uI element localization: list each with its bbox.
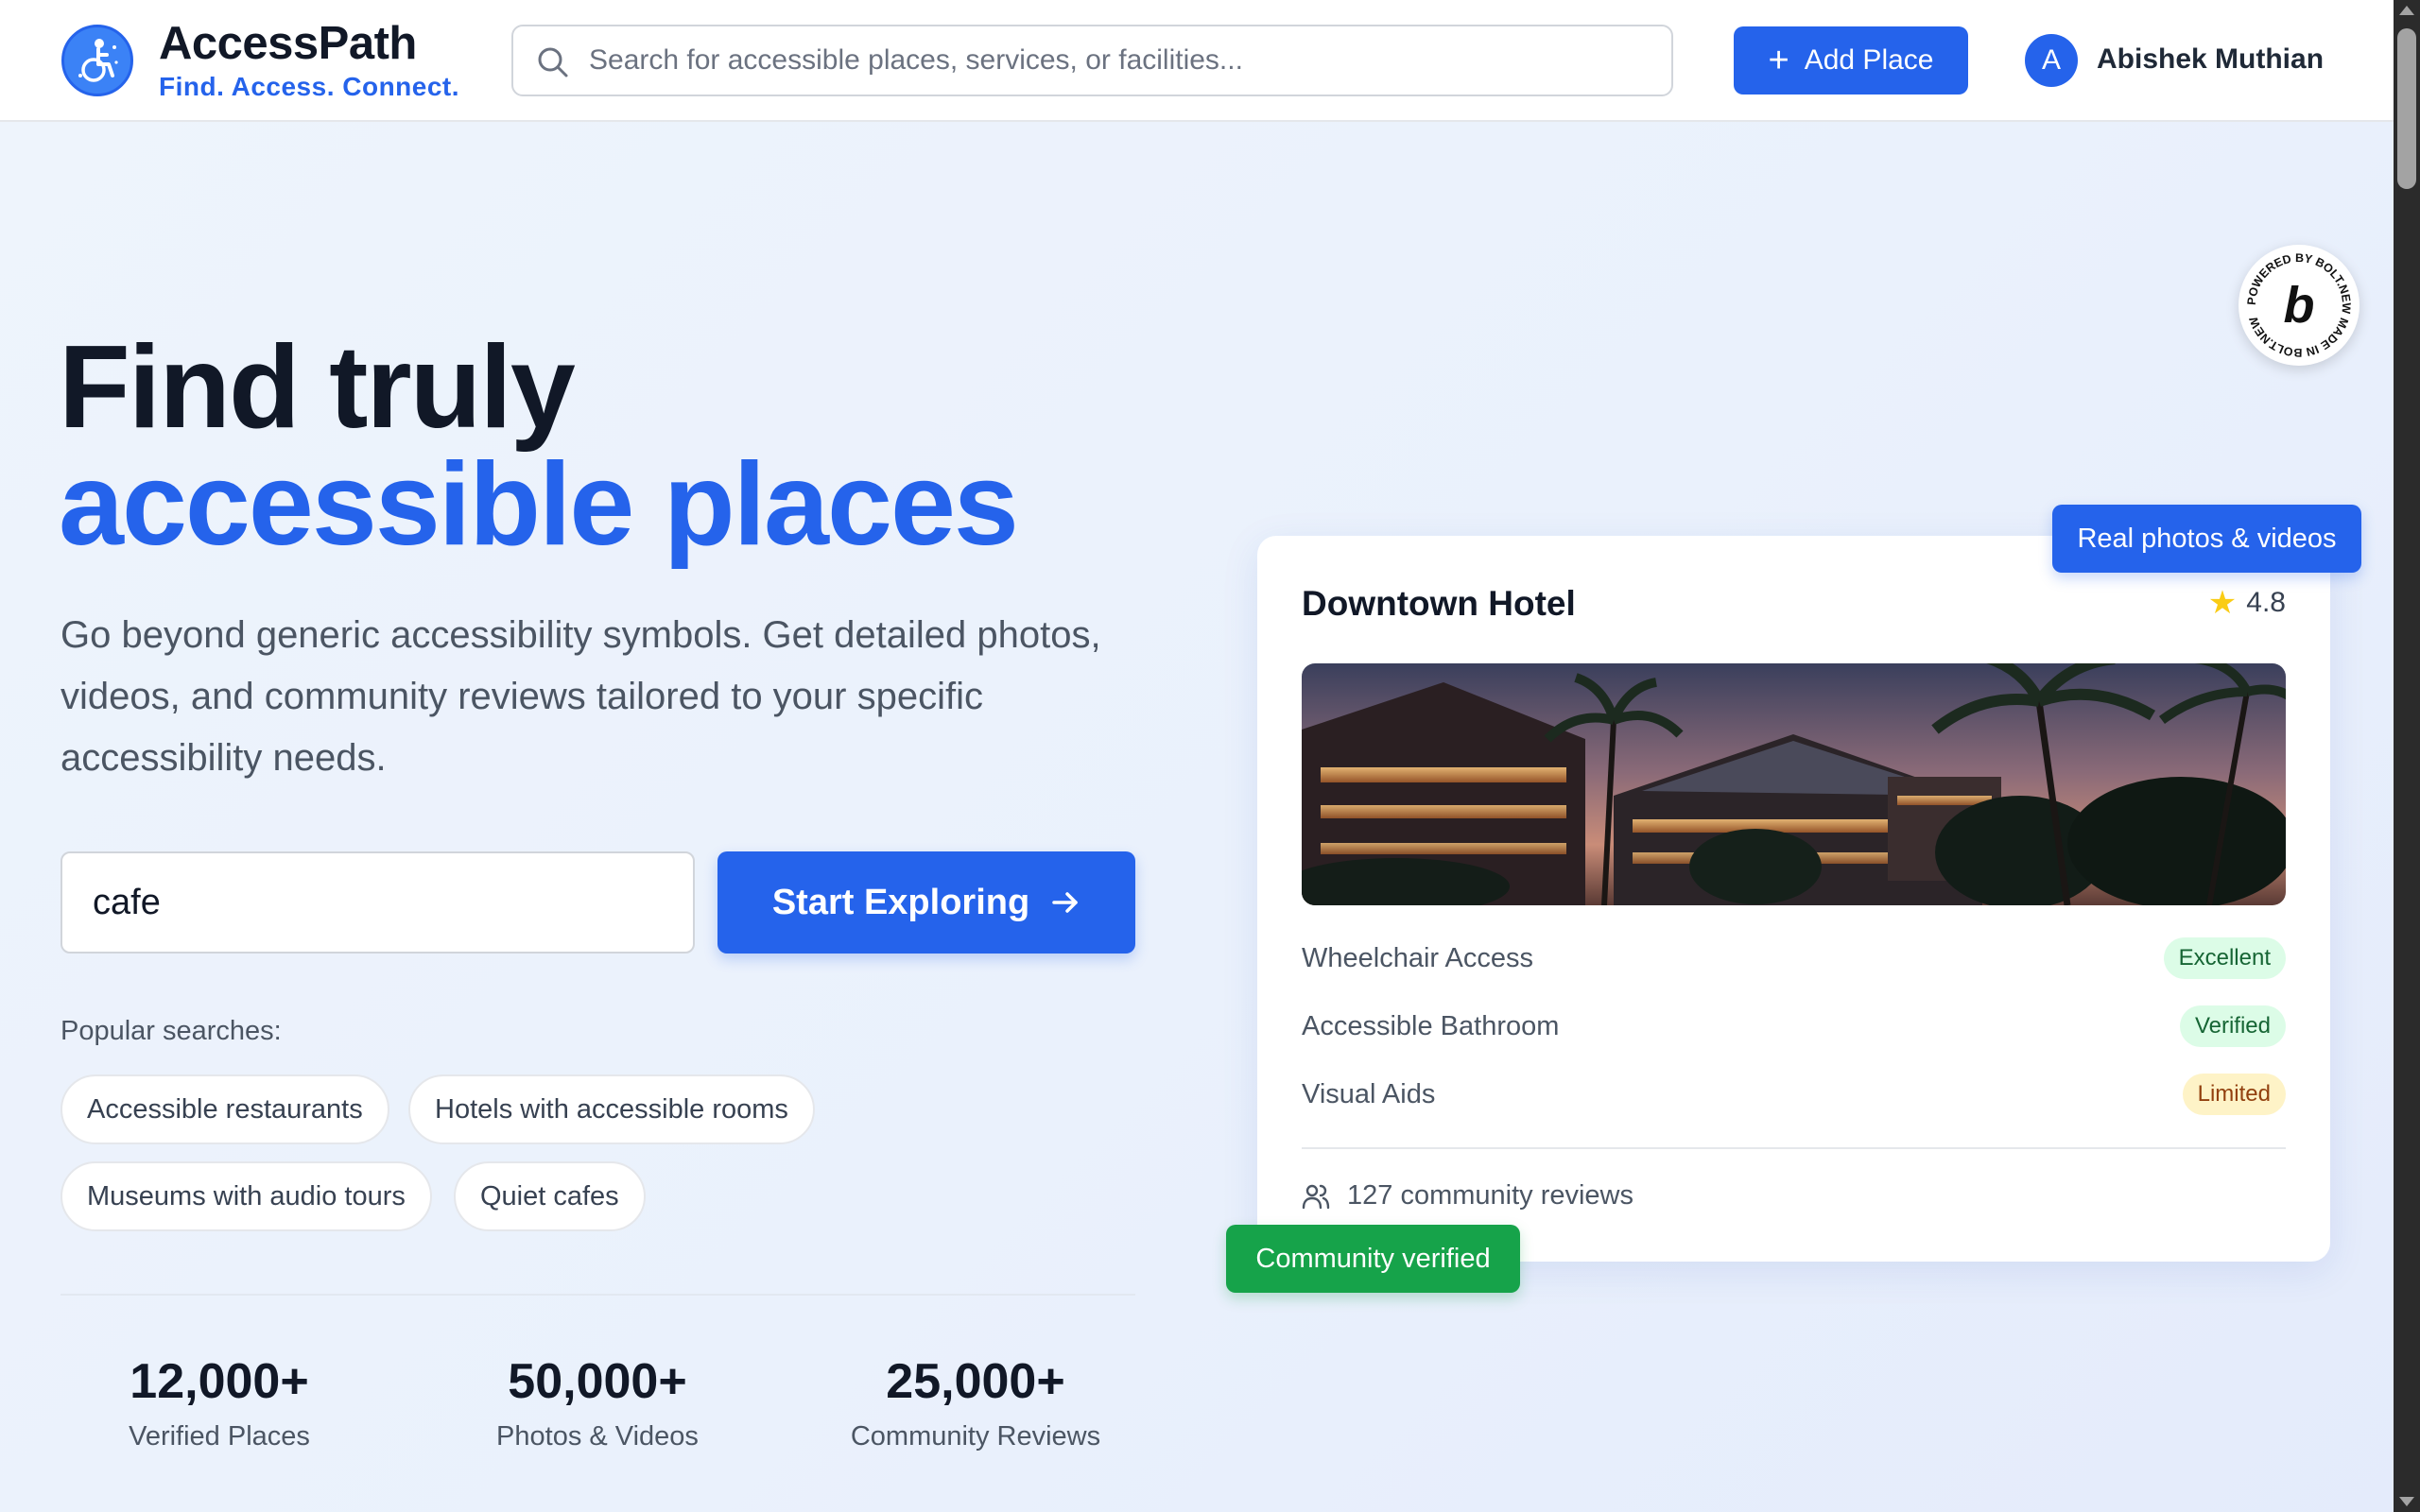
- status-badge: Verified: [2179, 1005, 2286, 1047]
- wheelchair-logo-icon[interactable]: [61, 25, 133, 96]
- scrollbar-thumb[interactable]: [2397, 28, 2416, 189]
- stat-value: 50,000+: [508, 1354, 687, 1409]
- add-place-button[interactable]: + Add Place: [1734, 26, 1968, 94]
- brand-tagline: Find. Access. Connect.: [159, 72, 460, 101]
- place-photo: [1302, 663, 2286, 905]
- card-divider: [1302, 1147, 2286, 1149]
- community-verified-tag: Community verified: [1226, 1225, 1520, 1293]
- feature-row-wheelchair: Wheelchair Access Excellent: [1302, 936, 2286, 981]
- feature-label: Wheelchair Access: [1302, 942, 1533, 973]
- hero-description: Go beyond generic accessibility symbols.…: [60, 614, 1101, 779]
- reviews-summary[interactable]: 127 community reviews: [1302, 1180, 1634, 1211]
- stat-value: 12,000+: [130, 1354, 309, 1409]
- bolt-logo-icon[interactable]: POWERED BY BOLT.NEW MADE IN BOLT.NEW b: [2238, 245, 2360, 366]
- scroll-down-arrow-icon[interactable]: [2399, 1497, 2414, 1506]
- reviews-count: 127 community reviews: [1347, 1180, 1634, 1211]
- feature-label: Visual Aids: [1302, 1078, 1436, 1109]
- stat-label: Verified Places: [129, 1421, 310, 1452]
- popular-searches-label: Popular searches:: [60, 1016, 282, 1046]
- hero-title-line1: Find truly: [59, 322, 576, 453]
- status-badge: Excellent: [2163, 937, 2286, 979]
- brand-name[interactable]: AccessPath: [159, 17, 417, 70]
- stat-photos-videos: 50,000+ Photos & Videos: [427, 1353, 768, 1452]
- stats-divider: [60, 1294, 1135, 1296]
- arrow-right-icon: [1052, 892, 1078, 913]
- scroll-up-arrow-icon[interactable]: [2399, 6, 2414, 15]
- global-search-box[interactable]: [511, 25, 1673, 96]
- star-icon: ★: [2207, 585, 2238, 621]
- stat-community-reviews: 25,000+ Community Reviews: [805, 1353, 1146, 1452]
- avatar[interactable]: A: [2025, 34, 2078, 87]
- hero-title-line2: accessible places: [59, 439, 1019, 570]
- place-rating: ★ 4.8: [2208, 587, 2286, 619]
- top-header: AccessPath Find. Access. Connect. + Add …: [0, 0, 2394, 122]
- users-icon: [1302, 1184, 1330, 1209]
- feature-row-visual-aids: Visual Aids Limited: [1302, 1072, 2286, 1117]
- place-preview-card[interactable]: Downtown Hotel ★ 4.8 Wheelchair Access E…: [1257, 536, 2330, 1262]
- stat-value: 25,000+: [886, 1354, 1065, 1409]
- start-exploring-button[interactable]: Start Exploring: [717, 851, 1135, 954]
- popular-search-chip[interactable]: Accessible restaurants: [60, 1074, 389, 1144]
- add-place-label: Add Place: [1804, 44, 1934, 76]
- stat-verified-places: 12,000+ Verified Places: [49, 1353, 389, 1452]
- feature-row-bathroom: Accessible Bathroom Verified: [1302, 1004, 2286, 1049]
- page-scrollbar[interactable]: [2394, 0, 2420, 1512]
- rating-value: 4.8: [2246, 587, 2286, 618]
- popular-search-chip[interactable]: Museums with audio tours: [60, 1161, 432, 1231]
- explore-search-input[interactable]: [60, 851, 695, 954]
- feature-label: Accessible Bathroom: [1302, 1010, 1560, 1041]
- plus-icon: +: [1768, 41, 1789, 80]
- global-search-input[interactable]: [589, 26, 1648, 94]
- stat-label: Community Reviews: [850, 1421, 1101, 1452]
- stat-label: Photos & Videos: [496, 1421, 699, 1452]
- real-photos-tag: Real photos & videos: [2052, 505, 2361, 573]
- bolt-letter: b: [2284, 277, 2315, 334]
- popular-search-chip[interactable]: Quiet cafes: [454, 1161, 646, 1231]
- popular-search-chip[interactable]: Hotels with accessible rooms: [408, 1074, 815, 1144]
- user-name[interactable]: Abishek Muthian: [2097, 43, 2324, 76]
- status-badge: Limited: [2182, 1074, 2286, 1115]
- start-exploring-label: Start Exploring: [771, 882, 1030, 922]
- place-title: Downtown Hotel: [1302, 584, 1576, 623]
- search-icon: [538, 47, 568, 77]
